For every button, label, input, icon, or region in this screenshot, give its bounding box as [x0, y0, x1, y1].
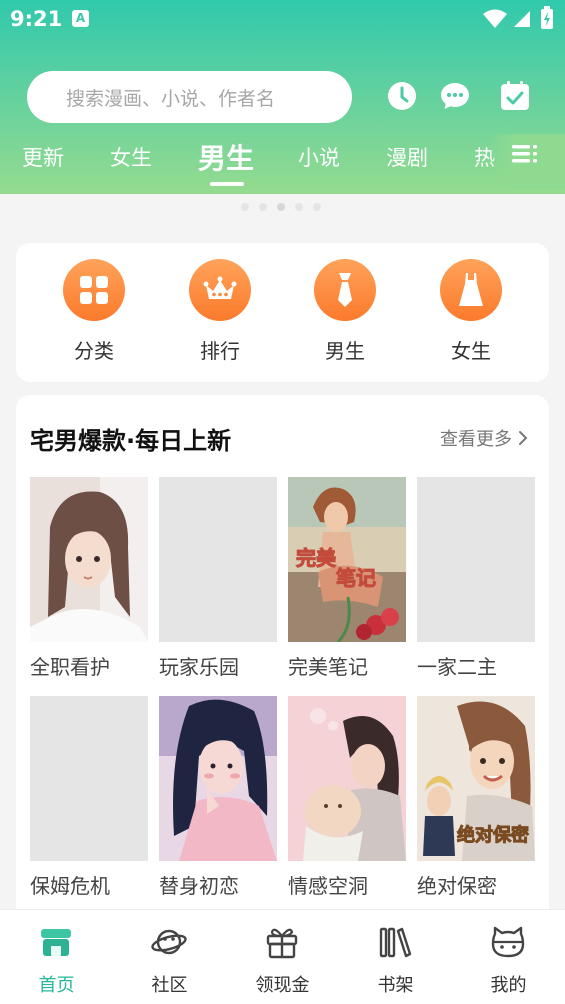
- carousel-dot[interactable]: [295, 203, 303, 211]
- section-title: 宅男爆款·每日上新: [30, 427, 232, 455]
- book-cover: 绝对保密: [417, 696, 535, 861]
- tie-icon: [314, 259, 376, 321]
- book-cover: [159, 696, 277, 861]
- svg-text:完美: 完美: [296, 546, 337, 570]
- book-cover: 完美 笔记: [288, 477, 406, 642]
- planet-icon: [151, 929, 187, 955]
- nav-earn-cash[interactable]: 领现金: [226, 910, 339, 1004]
- carousel-indicator: [241, 203, 321, 211]
- nav-home[interactable]: 首页: [0, 910, 113, 1004]
- book-title: 保姆危机: [30, 874, 110, 898]
- grid-icon: [63, 259, 125, 321]
- gift-icon: [266, 928, 298, 959]
- category-tabs: 更新 女生 男生 小说 漫剧 热: [0, 134, 565, 190]
- tab-female[interactable]: 女生: [110, 142, 152, 172]
- book-title: 全职看护: [30, 655, 110, 679]
- app-header: 9:21 A 搜索漫画、小说、作者名 更新 女生 男生 小说 漫剧 热: [0, 0, 565, 194]
- crown-icon: [189, 259, 251, 321]
- book-cover-placeholder: [30, 696, 148, 861]
- status-time: 9:21: [10, 7, 63, 31]
- book-title: 绝对保密: [417, 874, 497, 898]
- tab-menu-icon[interactable]: [512, 143, 538, 165]
- nav-label: 我的: [490, 975, 527, 996]
- battery-icon: [541, 6, 553, 29]
- carousel-dot[interactable]: [313, 203, 321, 211]
- carousel-dot[interactable]: [259, 203, 267, 211]
- book-cover: [30, 477, 148, 642]
- chat-icon[interactable]: [439, 80, 471, 112]
- quick-entry-label: 男生: [325, 339, 365, 363]
- book-card[interactable]: 替身初恋: [159, 696, 277, 899]
- book-card[interactable]: 玩家乐园: [159, 477, 277, 680]
- quick-entry-male[interactable]: 男生: [295, 259, 395, 364]
- book-card[interactable]: 保姆危机: [30, 696, 148, 899]
- nav-label: 社区: [151, 975, 188, 996]
- chevron-right-icon: [519, 431, 528, 445]
- quick-entry-card: 分类 排行 男生 女生: [16, 243, 549, 382]
- quick-entry-label: 分类: [74, 339, 114, 363]
- book-card[interactable]: 一家二主: [417, 477, 535, 680]
- bottom-navigation: 首页 社区 领现金 书架 我的: [0, 909, 565, 1004]
- nav-bookshelf[interactable]: 书架: [339, 910, 452, 1004]
- featured-section: 宅男爆款·每日上新 查看更多 全职看护 玩家乐园 完美 笔记 完美笔记 一家二主…: [16, 395, 549, 935]
- book-title: 玩家乐园: [159, 655, 239, 679]
- nav-profile[interactable]: 我的: [452, 910, 565, 1004]
- book-cover: [288, 696, 406, 861]
- carousel-dot[interactable]: [241, 203, 249, 211]
- book-title: 完美笔记: [288, 655, 368, 679]
- quick-entry-label: 排行: [200, 339, 240, 363]
- book-card[interactable]: 完美 笔记 完美笔记: [288, 477, 406, 680]
- book-title: 替身初恋: [159, 874, 239, 898]
- quick-entry-ranking[interactable]: 排行: [170, 259, 270, 364]
- svg-text:绝对保密: 绝对保密: [457, 824, 529, 846]
- quick-entry-label: 女生: [451, 339, 491, 363]
- view-more-link[interactable]: 查看更多: [440, 425, 528, 451]
- search-input[interactable]: 搜索漫画、小说、作者名: [27, 71, 352, 123]
- tab-short-drama[interactable]: 漫剧: [386, 142, 428, 172]
- book-card[interactable]: 绝对保密 绝对保密: [417, 696, 535, 899]
- book-card[interactable]: 全职看护: [30, 477, 148, 680]
- nav-community[interactable]: 社区: [113, 910, 226, 1004]
- nav-label: 书架: [377, 975, 414, 996]
- status-bar: 9:21 A: [0, 0, 565, 38]
- bookshelf-icon: [379, 927, 412, 958]
- tab-novel[interactable]: 小说: [298, 142, 340, 172]
- tab-male[interactable]: 男生: [198, 137, 254, 177]
- carousel-dot-active[interactable]: [277, 203, 285, 211]
- home-store-icon: [41, 929, 71, 956]
- book-title: 一家二主: [417, 655, 497, 679]
- active-tab-indicator: [210, 182, 244, 186]
- book-cover-placeholder: [159, 477, 277, 642]
- view-more-label: 查看更多: [440, 429, 512, 450]
- signal-icon: [514, 11, 530, 27]
- book-card[interactable]: 情感空洞: [288, 696, 406, 899]
- notification-icon: A: [72, 10, 89, 27]
- wifi-icon: [483, 9, 507, 28]
- quick-entry-female[interactable]: 女生: [421, 259, 521, 364]
- checkin-icon[interactable]: [499, 80, 531, 112]
- search-placeholder: 搜索漫画、小说、作者名: [66, 87, 276, 110]
- book-title: 情感空洞: [288, 874, 368, 898]
- nav-label: 领现金: [255, 975, 310, 996]
- tab-update[interactable]: 更新: [22, 142, 64, 172]
- dress-icon: [440, 259, 502, 321]
- book-cover-placeholder: [417, 477, 535, 642]
- svg-text:笔记: 笔记: [336, 566, 376, 590]
- cat-face-icon: [491, 926, 525, 958]
- quick-entry-category[interactable]: 分类: [44, 259, 144, 364]
- nav-label: 首页: [38, 975, 75, 996]
- clock-icon[interactable]: [386, 80, 418, 112]
